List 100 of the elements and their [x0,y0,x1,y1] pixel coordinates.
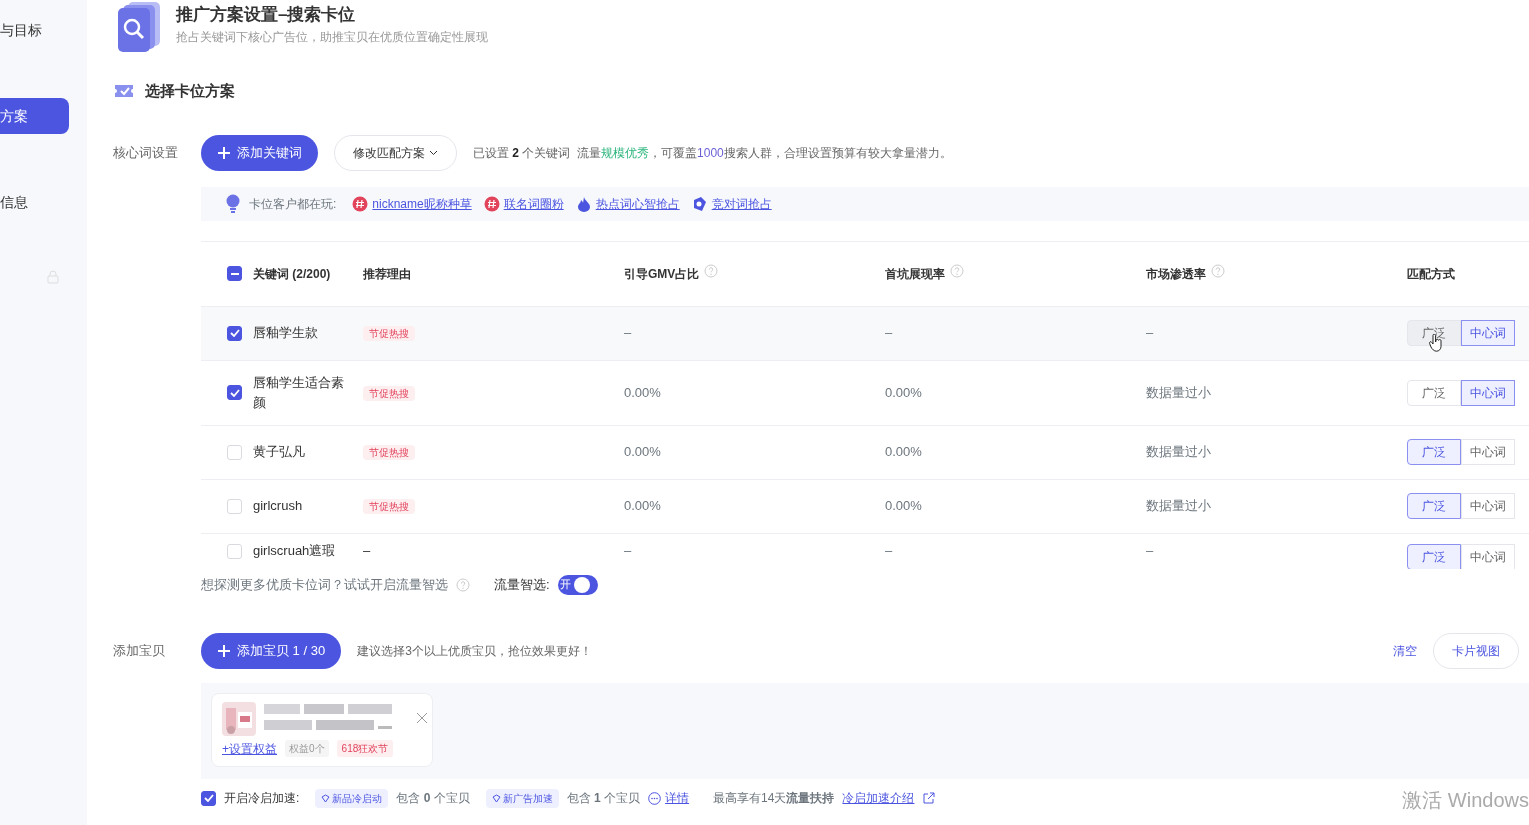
sidebar-item[interactable]: 与目标 [0,12,69,48]
field-label: 添加宝贝 [113,641,166,660]
keyword-text: girlcrush [253,497,303,516]
product-hint: 建议选择3个以上优质宝贝，抢位效果更好！ [357,642,592,660]
check-icon [203,794,214,802]
hash-icon [483,195,500,212]
plus-icon [217,643,231,658]
help-icon [456,577,470,592]
table-cell: 数据量过小 [1146,384,1211,400]
feature-tag: 新品冷启动 [315,788,389,808]
info-text: 包含 0 个宝贝 [396,790,470,807]
page-subtitle: 抢占关键词下核心广告位，助推宝贝在优质位置确定性展现 [176,28,488,46]
table-cell: 0.00% [885,444,922,460]
row-checkbox[interactable] [227,385,242,400]
info-text: 包含 1 个宝贝 [566,790,641,807]
match-plan-button[interactable]: 修改匹配方案 [334,134,457,171]
keyword-text: girlscruah遮瑕 [253,542,336,561]
table-cell: – [624,543,632,559]
traffic-hint: 想探测更多优质卡位词？试试开启流量智选 [201,575,448,594]
table-cell: 0.00% [885,384,922,400]
add-product-button[interactable]: 添加宝贝 1 / 30 [201,632,342,669]
cold-start-checkbox[interactable] [201,790,216,806]
shield-icon [321,794,331,804]
keyword-text: 唇釉学生款 [253,324,318,343]
os-activation-notice: 激活 Windows [1402,788,1529,813]
help-icon [704,264,719,278]
close-icon [416,711,428,724]
table-cell: – [1146,325,1154,341]
column-header: 首坑展现率 [885,267,945,281]
match-option[interactable]: 广泛 [1407,439,1461,465]
sidebar-item[interactable]: 信息 [0,184,69,220]
help-icon [950,264,964,278]
table-cell: – [1146,543,1154,559]
set-rights-link[interactable]: +设置权益 [222,739,277,758]
row-checkbox[interactable] [227,325,242,341]
details-link[interactable]: 详情 [648,789,690,807]
rights-count: 权益0个 [285,740,329,757]
info-text: 最高享有14天流量扶持 [713,790,835,807]
tip-link[interactable]: nickname昵称种草 [352,194,472,213]
sidebar-item[interactable]: 方案 [0,98,69,134]
table-cell: 0.00% [624,444,661,460]
table-cell: – [885,325,893,341]
hash-icon [352,195,369,212]
column-header: 推荐理由 [363,266,411,281]
match-option[interactable]: 中心词 [1461,493,1515,519]
section-title: 选择卡位方案 [145,81,235,101]
match-option[interactable]: 广泛 [1407,544,1461,569]
tip-link[interactable]: 联名词圈粉 [483,194,564,213]
column-header: 引导GMV占比 [624,267,700,281]
reason-tag: 节促热搜 [363,499,415,515]
table-cell: 0.00% [624,498,661,514]
table-cell: 0.00% [885,498,922,514]
external-link-icon [922,791,936,805]
page-title: 推广方案设置–搜索卡位 [176,4,357,26]
traffic-switch[interactable]: 开 [557,574,598,595]
lightbulb-icon [225,193,241,214]
feature-tag: 新广告加速 [485,788,559,808]
reason-text: – [363,543,371,559]
match-option[interactable]: 广泛 [1407,379,1461,406]
promo-tag: 618狂欢节 [336,740,394,757]
lock-icon [47,270,59,284]
table-cell: – [885,543,893,559]
column-header: 匹配方式 [1407,266,1455,281]
tips-label: 卡位客户都在玩: [249,195,337,213]
intro-link[interactable]: 冷启加速介绍 [842,789,936,807]
plus-icon [217,145,231,160]
field-label: 核心词设置 [113,143,179,162]
switch-label: 流量智选: [494,575,550,594]
keyword-summary: 已设置 2 个关键词 流量规模优秀，可覆盖1000搜索人群，合理设置预算有较大拿量潜力。 [473,144,952,162]
check-icon [229,388,240,397]
match-option[interactable]: 中心词 [1461,320,1515,346]
match-option[interactable]: 中心词 [1461,544,1515,569]
select-all-checkbox[interactable] [227,266,242,281]
ticket-icon [113,83,135,100]
match-option[interactable]: 中心词 [1461,439,1515,465]
table-cell: 数据量过小 [1146,444,1211,460]
add-keyword-button[interactable]: 添加关键词 [201,134,318,171]
table-cell: – [624,325,632,341]
minus-icon [230,272,239,275]
table-cell: 数据量过小 [1146,498,1211,514]
column-header: 市场渗透率 [1146,267,1206,281]
tip-link[interactable]: 竞对词抢占 [691,194,772,213]
match-option[interactable]: 广泛 [1407,493,1461,519]
keyword-text: 唇釉学生适合素颜 [253,374,345,412]
card-view-button[interactable]: 卡片视图 [1433,632,1519,669]
reason-tag: 节促热搜 [363,326,415,342]
tip-link[interactable]: 热点词心智抢占 [575,194,680,213]
help-icon [1211,264,1225,278]
reason-tag: 节促热搜 [363,385,415,401]
shield-icon [491,794,501,804]
keyword-text: 黄子弘凡 [253,443,305,462]
check-icon [229,329,240,337]
more-icon [648,791,662,805]
column-header: 关键词 (2/200) [253,266,331,281]
cold-start-label: 开启冷启加速: [224,790,300,807]
table-cell: 0.00% [624,384,661,400]
reason-tag: 节促热搜 [363,445,415,461]
flame-icon [575,195,592,212]
match-option[interactable]: 中心词 [1461,379,1515,406]
clear-link[interactable]: 清空 [1393,641,1417,660]
